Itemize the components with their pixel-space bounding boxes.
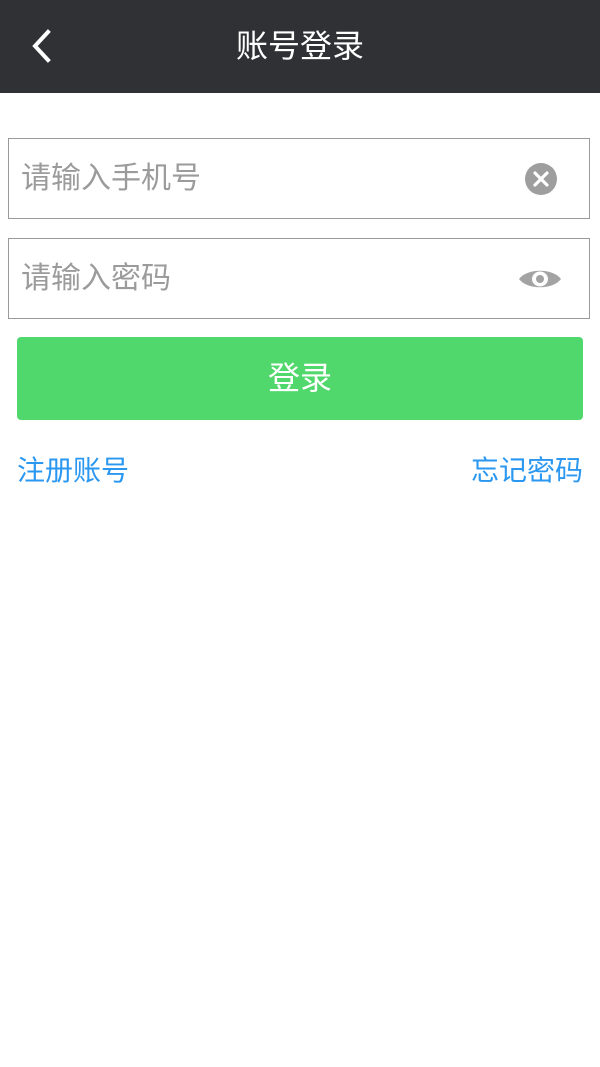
- clear-button[interactable]: [524, 162, 558, 196]
- back-button[interactable]: [22, 24, 62, 68]
- forgot-password-link[interactable]: 忘记密码: [471, 449, 583, 493]
- toggle-password-visibility-button[interactable]: [517, 265, 563, 293]
- eye-icon: [519, 270, 561, 288]
- login-button[interactable]: 登录: [17, 337, 583, 420]
- password-input[interactable]: [21, 239, 501, 318]
- phone-field: [8, 138, 590, 219]
- page-title: 账号登录: [235, 27, 364, 65]
- password-field: [8, 238, 590, 319]
- clear-circle-icon: [525, 163, 557, 195]
- app-header: 账号登录: [0, 0, 600, 93]
- chevron-left-icon: [32, 29, 51, 63]
- register-link[interactable]: 注册账号: [17, 449, 129, 493]
- phone-input[interactable]: [21, 139, 501, 218]
